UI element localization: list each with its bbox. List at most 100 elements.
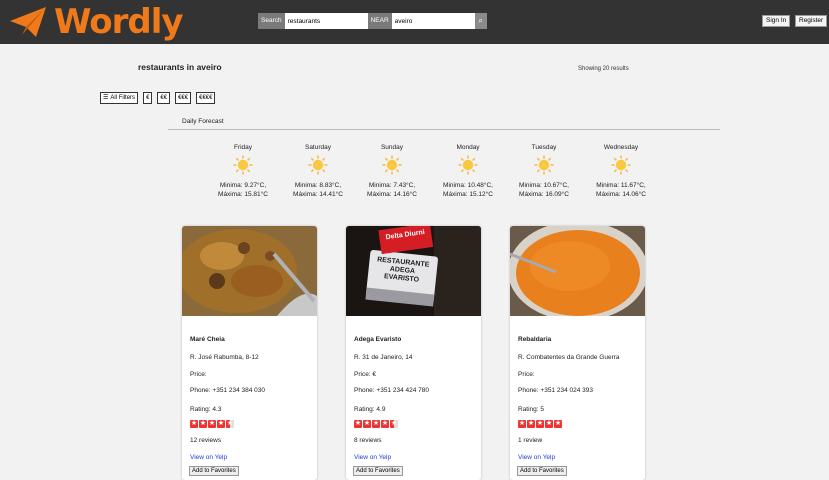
review-count: 12 reviews <box>190 437 222 444</box>
day-name: Sunday <box>380 144 404 151</box>
menu-icon: ☰ <box>103 95 109 101</box>
register-button[interactable]: Register <box>795 15 828 27</box>
restaurant-phone: Phone: +351 234 384 030 <box>190 387 266 394</box>
restaurant-rating: Rating: 5 <box>518 406 545 413</box>
all-filters-button[interactable]: ☰ All Filters <box>100 92 139 104</box>
restaurant-price: Price: <box>518 371 535 378</box>
star-icon <box>363 419 371 428</box>
restaurant-rating: Rating: 4.9 <box>354 406 386 413</box>
forecast-divider <box>168 129 720 130</box>
max-temp: Máxima: 14.41°C <box>293 191 343 198</box>
min-temp: Minima: 9.27°C, <box>219 182 267 189</box>
star-icon <box>545 419 553 428</box>
restaurant-photo[interactable]: Delta Diurni RESTAURANTE ADEGA EVARISTO <box>346 226 481 316</box>
restaurant-rating: Rating: 4.3 <box>190 406 222 413</box>
search-bar: Search NEAR ⌕ <box>258 13 487 29</box>
star-icon <box>208 419 216 428</box>
min-temp: Minima: 10.48°C, <box>443 182 493 189</box>
location-input[interactable] <box>391 13 475 29</box>
star-icon <box>190 419 198 428</box>
sun-icon <box>233 155 253 175</box>
restaurant-address: R. 31 de Janeiro, 14 <box>354 354 413 361</box>
star-icon <box>354 419 362 428</box>
day-name: Wednesday <box>603 144 639 151</box>
restaurant-name: Maré Cheia <box>190 336 225 343</box>
forecast-day: Friday Minima: 9.27°C, Máxima: 15.81°C <box>208 143 278 199</box>
all-filters-label: All Filters <box>110 95 136 101</box>
add-to-favorites-button[interactable]: Add to Favorites <box>517 466 567 476</box>
price-filter-2[interactable]: €€ <box>157 92 171 104</box>
sun-icon <box>458 155 478 175</box>
search-icon: ⌕ <box>478 16 483 25</box>
restaurant-photo[interactable] <box>510 226 645 316</box>
restaurant-card: Rebaldaria R. Combatentes da Grande Guer… <box>510 226 645 480</box>
rating-stars <box>518 419 562 428</box>
review-count: 8 reviews <box>354 437 382 444</box>
restaurant-price: Price: <box>190 371 207 378</box>
results-title: restaurants in aveiro <box>138 62 222 72</box>
top-navbar: Wordly Search NEAR ⌕ Sign In Register <box>0 0 829 44</box>
star-icon <box>536 419 544 428</box>
price-filter-4[interactable]: €€€€ <box>196 92 216 104</box>
forecast-day: Sunday Minima: 7.43°C, Máxima: 14.16°C <box>357 143 427 199</box>
forecast-day: Saturday Minima: 8.83°C, Máxima: 14.41°C <box>283 143 353 199</box>
min-temp: Minima: 11.67°C, <box>596 182 646 189</box>
near-label: NEAR <box>367 13 392 29</box>
restaurant-card: Delta Diurni RESTAURANTE ADEGA EVARISTO … <box>346 226 481 480</box>
max-temp: Máxima: 14.06°C <box>596 191 646 198</box>
forecast-day: Monday Minima: 10.48°C, Máxima: 15.12°C <box>433 143 503 199</box>
yelp-link[interactable]: View on Yelp <box>190 454 227 461</box>
forecast-title: Daily Forecast <box>182 118 224 125</box>
half-star-icon <box>390 419 398 428</box>
search-submit-button[interactable]: ⌕ <box>474 13 487 29</box>
restaurant-name: Rebaldaria <box>518 336 552 343</box>
half-star-icon <box>226 419 234 428</box>
star-icon <box>381 419 389 428</box>
restaurant-address: R. José Rabumba, 8-12 <box>190 354 259 361</box>
star-icon <box>527 419 535 428</box>
restaurant-card: Maré Cheia R. José Rabumba, 8-12 Price: … <box>182 226 317 480</box>
add-to-favorites-button[interactable]: Add to Favorites <box>353 466 403 476</box>
forecast-day: Wednesday Minima: 11.67°C, Máxima: 14.06… <box>586 143 656 199</box>
day-name: Saturday <box>304 144 332 151</box>
sun-icon <box>308 155 328 175</box>
star-icon <box>217 419 225 428</box>
restaurant-phone: Phone: +351 234 024 393 <box>518 387 594 394</box>
day-name: Friday <box>233 144 253 151</box>
search-input[interactable] <box>284 13 368 29</box>
sun-icon <box>534 155 554 175</box>
max-temp: Máxima: 15.12°C <box>443 191 493 198</box>
paper-plane-icon <box>10 7 46 37</box>
min-temp: Minima: 10.67°C, <box>519 182 569 189</box>
max-temp: Máxima: 15.81°C <box>218 191 268 198</box>
review-count: 1 review <box>518 437 543 444</box>
star-icon <box>554 419 562 428</box>
filter-bar: ☰ All Filters € €€ €€€ €€€€ <box>100 92 216 104</box>
min-temp: Minima: 7.43°C, <box>368 182 416 189</box>
sun-icon <box>382 155 402 175</box>
logo[interactable]: Wordly <box>8 2 184 42</box>
add-to-favorites-button[interactable]: Add to Favorites <box>189 466 239 476</box>
star-icon <box>518 419 526 428</box>
restaurant-address: R. Combatentes da Grande Guerra <box>518 354 620 361</box>
results-count: Showing 20 results <box>578 66 629 72</box>
sign-in-button[interactable]: Sign In <box>762 15 791 27</box>
restaurant-photo[interactable] <box>182 226 317 316</box>
yelp-link[interactable]: View on Yelp <box>518 454 555 461</box>
min-temp: Minima: 8.83°C, <box>294 182 342 189</box>
star-icon <box>199 419 207 428</box>
search-label: Search <box>258 13 285 29</box>
logo-text: Wordly <box>54 2 184 42</box>
yelp-link[interactable]: View on Yelp <box>354 454 391 461</box>
restaurant-phone: Phone: +351 234 424 780 <box>354 387 430 394</box>
rating-stars <box>190 419 234 428</box>
rating-stars <box>354 419 398 428</box>
sun-icon <box>611 155 631 175</box>
restaurant-name: Adega Evaristo <box>354 336 402 343</box>
restaurant-price: Price: € <box>354 371 377 378</box>
price-filter-3[interactable]: €€€ <box>175 92 192 104</box>
max-temp: Máxima: 16.09°C <box>519 191 569 198</box>
day-name: Monday <box>456 144 480 151</box>
star-icon <box>372 419 380 428</box>
price-filter-1[interactable]: € <box>143 92 153 104</box>
